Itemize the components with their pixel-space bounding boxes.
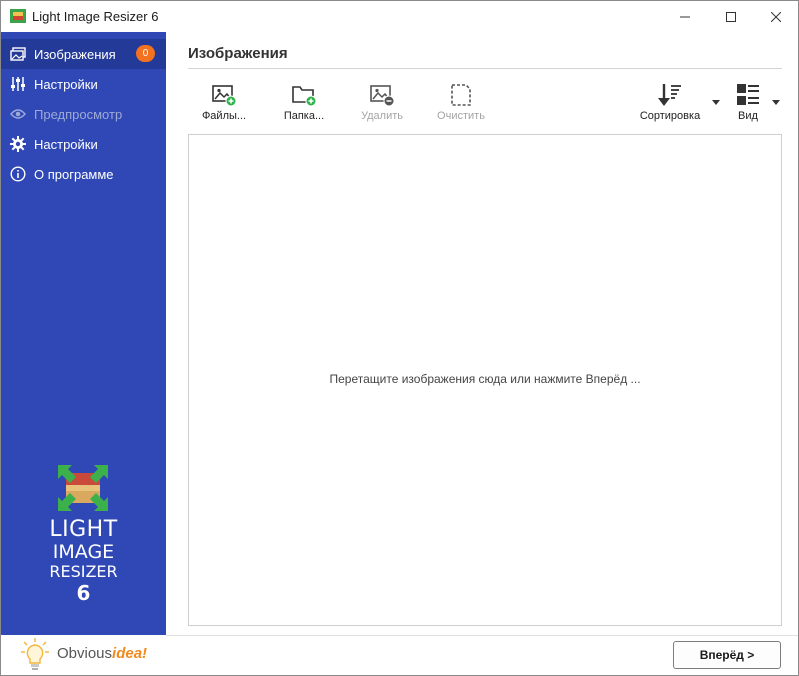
sort-descending-icon — [658, 84, 681, 106]
drop-hint-text: Перетащите изображения сюда или нажмите … — [329, 372, 641, 386]
lightbulb-icon — [21, 638, 49, 670]
add-folder-label: Папка... — [283, 110, 325, 122]
clear-label: Очистить — [437, 110, 485, 122]
app-logo-icon — [10, 9, 26, 23]
main-panel: Изображения Файлы... Папка... Удалить Оч… — [166, 32, 798, 675]
brand-name-part1: Obvious — [57, 645, 113, 662]
add-files-label: Файлы... — [201, 110, 247, 122]
app-window: Light Image Resizer 6 Изображения 0 Наст… — [0, 0, 799, 676]
logo-text-light: LIGHT — [49, 517, 118, 542]
logo-text-resizer: RESIZER — [49, 562, 118, 581]
product-logo: LIGHT IMAGE RESIZER 6 — [1, 465, 166, 605]
info-icon — [9, 165, 27, 183]
sidebar-item-options[interactable]: Настройки — [1, 129, 166, 159]
add-folder-icon — [292, 86, 317, 107]
remove-image-icon — [370, 85, 395, 107]
brand-name: Obviousidea! — [57, 645, 147, 662]
add-folder-button[interactable]: Папка... — [276, 82, 332, 122]
sidebar-item-images[interactable]: Изображения 0 — [1, 39, 166, 69]
window-title: Light Image Resizer 6 — [32, 9, 159, 24]
close-button[interactable] — [753, 1, 798, 32]
view-button[interactable]: Вид — [730, 82, 766, 122]
vendor-brand[interactable]: Obviousidea! — [1, 635, 166, 675]
add-image-icon — [212, 85, 237, 107]
logo-text-version: 6 — [76, 581, 91, 605]
brand-name-part2: idea! — [112, 645, 148, 662]
maximize-button[interactable] — [708, 1, 754, 32]
sort-button[interactable]: Сортировка — [636, 82, 704, 122]
eye-icon — [9, 105, 27, 123]
sidebar-item-about[interactable]: О программе — [1, 159, 166, 189]
sidebar-item-settings[interactable]: Настройки — [1, 69, 166, 99]
gear-icon — [9, 135, 27, 153]
sidebar-item-label: Изображения — [34, 46, 116, 62]
clear-list-icon — [451, 84, 471, 106]
sidebar-item-preview[interactable]: Предпросмотр — [1, 99, 166, 129]
minimize-icon — [680, 16, 690, 17]
footer-divider — [166, 635, 798, 636]
images-icon — [9, 45, 27, 63]
sliders-icon — [9, 75, 27, 93]
sidebar-item-label: О программе — [34, 166, 114, 182]
title-divider — [188, 68, 782, 69]
sidebar: Изображения 0 Настройки Предпросмотр Нас… — [1, 32, 166, 675]
sort-label: Сортировка — [639, 110, 701, 122]
image-drop-area[interactable]: Перетащите изображения сюда или нажмите … — [188, 134, 782, 626]
sidebar-item-label: Настройки — [34, 136, 98, 152]
remove-label: Удалить — [361, 110, 403, 122]
view-layout-icon — [737, 84, 759, 105]
image-count-badge: 0 — [136, 45, 155, 62]
next-button[interactable]: Вперёд > — [673, 641, 781, 669]
sidebar-item-label: Настройки — [34, 76, 98, 92]
sort-dropdown-arrow[interactable] — [712, 100, 720, 105]
title-bar[interactable]: Light Image Resizer 6 — [1, 1, 798, 32]
maximize-icon — [726, 11, 736, 22]
logo-text-image: IMAGE — [52, 541, 115, 563]
add-files-button[interactable]: Файлы... — [196, 82, 252, 122]
resize-logo-icon — [58, 465, 108, 511]
minimize-button[interactable] — [662, 1, 708, 32]
close-icon — [771, 11, 781, 22]
clear-button[interactable]: Очистить — [431, 82, 491, 122]
page-title: Изображения — [188, 45, 288, 62]
view-label: Вид — [738, 110, 758, 122]
remove-button[interactable]: Удалить — [354, 82, 410, 122]
view-dropdown-arrow[interactable] — [772, 100, 780, 105]
sidebar-item-label: Предпросмотр — [34, 106, 123, 122]
